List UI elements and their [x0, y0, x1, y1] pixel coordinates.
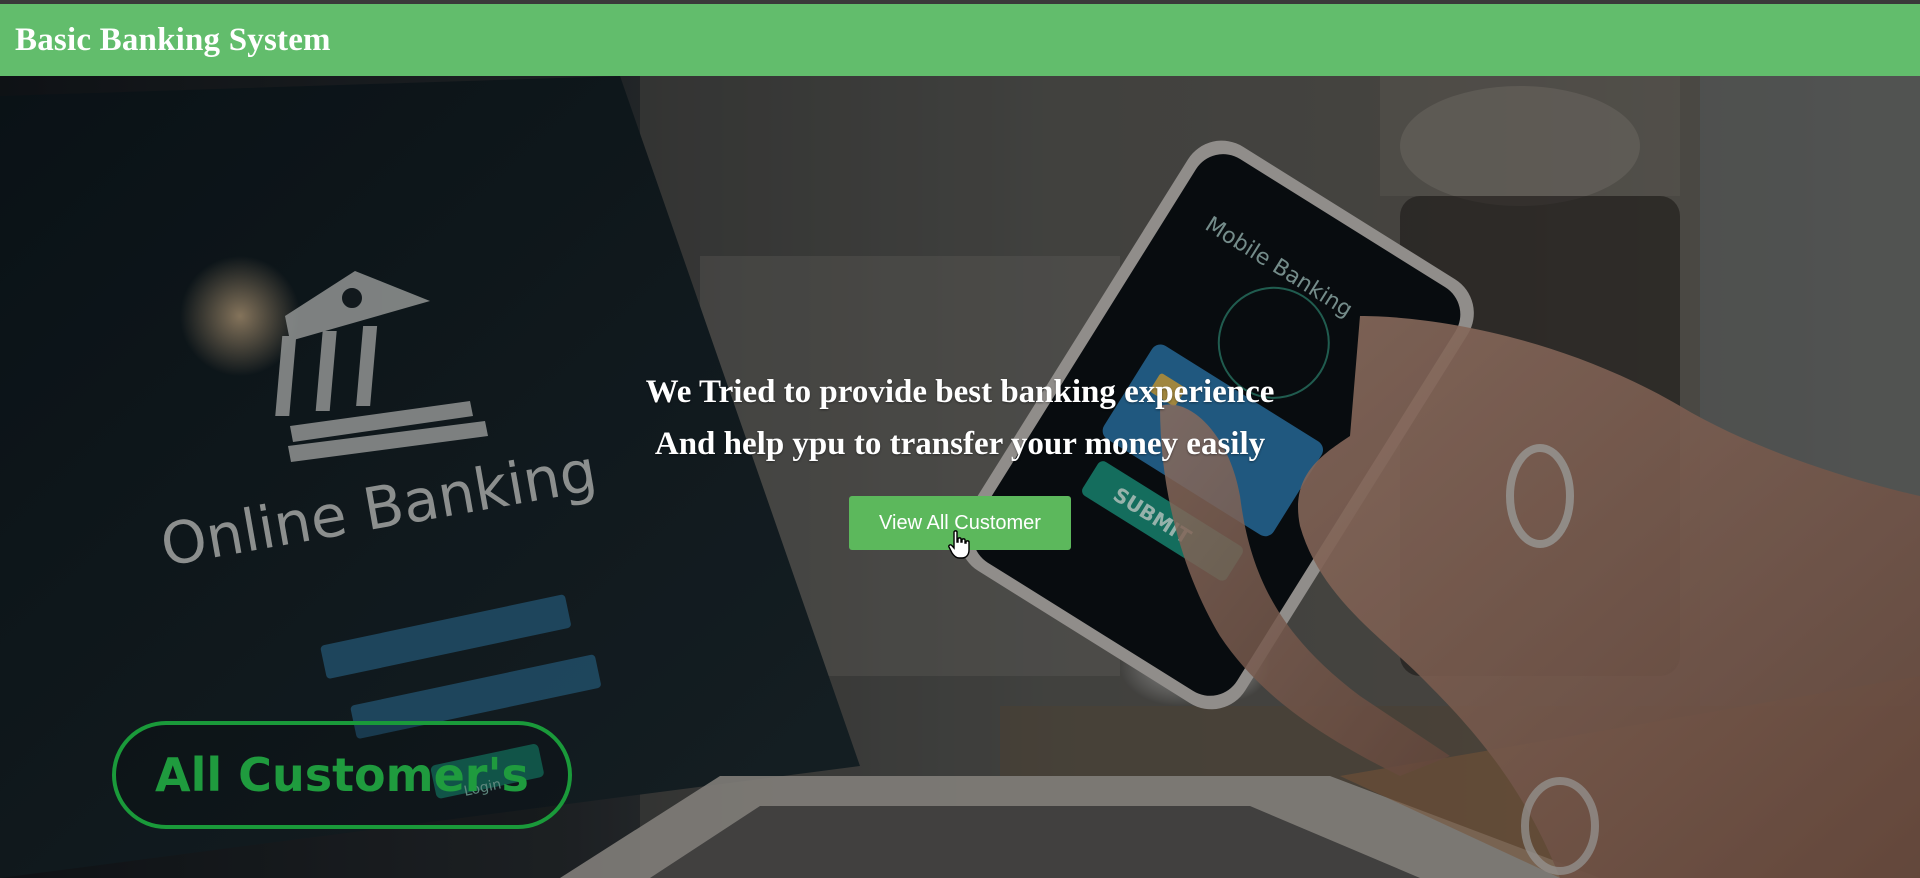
hero-tagline-line-2: And help ypu to transfer your money easi… [654, 426, 1266, 462]
hand-pointer-cursor-icon [948, 530, 970, 559]
hero-tagline-line-1: We Tried to provide best banking experie… [645, 374, 1275, 410]
hero-content: We Tried to provide best banking experie… [0, 366, 1920, 550]
hero-section: Online Banking Login Mobile Banking SUBM… [0, 76, 1920, 878]
navbar: Basic Banking System [0, 4, 1920, 76]
all-customers-badge[interactable]: All Customer's [112, 721, 572, 829]
brand-title[interactable]: Basic Banking System [15, 22, 331, 59]
